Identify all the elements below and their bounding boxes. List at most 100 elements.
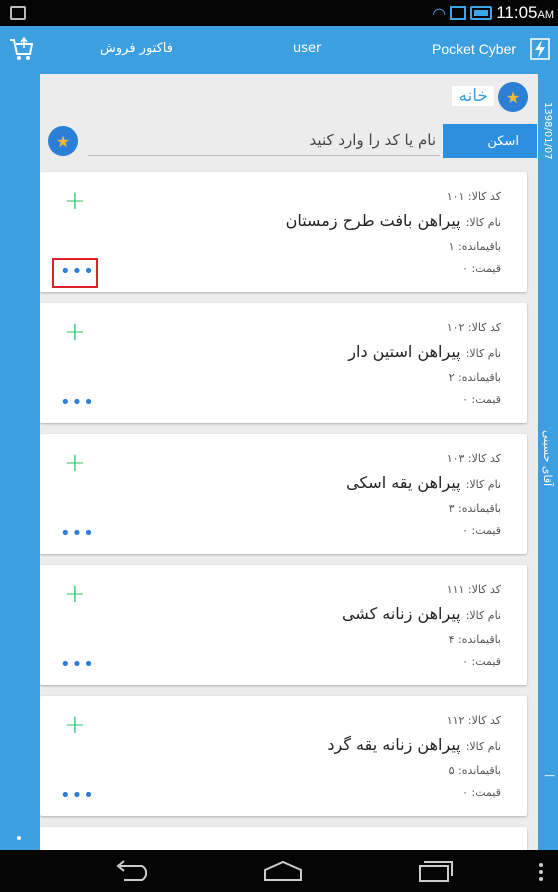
- rail-date: 1398/01/07: [542, 102, 553, 160]
- name-value: پیراهن بافت طرح زمستان: [285, 211, 461, 230]
- name-label: نام کالا:: [465, 216, 501, 229]
- price-label: قیمت:: [471, 393, 501, 406]
- screen-icon: [450, 6, 467, 20]
- rail-marker: |: [544, 774, 555, 778]
- more-options-icon[interactable]: •••: [60, 787, 94, 805]
- search-input[interactable]: [88, 124, 440, 156]
- product-fields: کد کالا: ۱۰۳ نام کالا: پیراهن یقه اسکی ب…: [346, 448, 501, 542]
- name-label: نام کالا:: [465, 347, 501, 360]
- home-icon[interactable]: [262, 860, 304, 882]
- price-label: قیمت:: [471, 655, 501, 668]
- remaining-value: ۴: [448, 633, 455, 646]
- name-value: پیراهن زنانه یقه گرد: [327, 735, 461, 754]
- recent-apps-icon[interactable]: [418, 860, 454, 882]
- main-panel: خانه ★ ★ اسکن + ••• کد کالا: ۱۰۱ نام کال…: [40, 74, 538, 850]
- home-star-icon[interactable]: ★: [498, 82, 528, 112]
- gallery-notification-icon: [10, 6, 26, 20]
- rail-dot: [17, 836, 21, 840]
- name-label: نام کالا:: [465, 740, 501, 753]
- product-fields: کد کالا: ۱۰۲ نام کالا: پیراهن استین دار …: [348, 317, 501, 411]
- code-label: کد کالا:: [467, 321, 501, 334]
- add-icon[interactable]: +: [64, 188, 86, 214]
- remaining-label: باقیمانده:: [457, 633, 501, 646]
- price-value: ۰: [462, 655, 469, 668]
- product-remaining: باقیمانده: ۲: [348, 367, 501, 389]
- left-rail: [0, 74, 40, 850]
- user-label[interactable]: user: [293, 41, 321, 56]
- code-value: ۱۰۱: [446, 190, 465, 203]
- home-title[interactable]: خانه: [452, 86, 494, 106]
- status-icons: ◠ 11:05AM: [432, 3, 554, 23]
- search-row: ★ اسکن: [40, 122, 538, 162]
- more-options-icon[interactable]: •••: [60, 656, 94, 674]
- price-label: قیمت:: [471, 524, 501, 537]
- add-icon[interactable]: +: [64, 712, 86, 738]
- price-label: قیمت:: [471, 786, 501, 799]
- product-name: نام کالا: پیراهن بافت طرح زمستان: [286, 208, 501, 236]
- product-price: قیمت: ۰: [346, 520, 501, 542]
- product-name: نام کالا: پیراهن زنانه کشی: [342, 601, 501, 629]
- remaining-value: ۵: [448, 764, 455, 777]
- product-price: قیمت: ۰: [348, 389, 501, 411]
- shopping-cart-icon[interactable]: [8, 36, 34, 62]
- product-card[interactable]: + ••• کد کالا: ۱۰۳ نام کالا: پیراهن یقه …: [40, 434, 527, 554]
- product-code: کد کالا: ۱۱۱: [342, 579, 501, 601]
- product-fields: کد کالا: ۱۱۲ نام کالا: پیراهن زنانه یقه …: [327, 710, 501, 804]
- battery-icon: [470, 6, 493, 20]
- code-value: ۱۱۱: [446, 583, 465, 596]
- product-price: قیمت: ۰: [327, 782, 501, 804]
- remaining-label: باقیمانده:: [457, 764, 501, 777]
- clock-time: 11:05: [496, 3, 538, 22]
- product-code: کد کالا: ۱۱۲: [327, 710, 501, 732]
- add-icon[interactable]: +: [64, 581, 86, 607]
- status-bar: ◠ 11:05AM: [0, 0, 558, 26]
- lightning-logo-icon: [530, 38, 550, 60]
- product-code: کد کالا: ۱۰۱: [286, 186, 501, 208]
- price-value: ۰: [462, 262, 469, 275]
- back-icon[interactable]: [114, 858, 152, 882]
- product-card[interactable]: + ••• کد کالا: ۱۰۱ نام کالا: پیراهن بافت…: [40, 172, 527, 292]
- remaining-label: باقیمانده:: [457, 371, 501, 384]
- product-name: نام کالا: پیراهن زنانه یقه گرد: [327, 732, 501, 760]
- product-remaining: باقیمانده: ۴: [342, 629, 501, 651]
- scan-button[interactable]: اسکن: [443, 124, 537, 158]
- remaining-value: ۳: [448, 502, 455, 515]
- code-label: کد کالا:: [467, 452, 501, 465]
- more-options-icon[interactable]: •••: [52, 258, 98, 288]
- code-value: ۱۰۲: [446, 321, 465, 334]
- product-remaining: باقیمانده: ۵: [327, 760, 501, 782]
- product-card[interactable]: + ••• کد کالا: ۱۱۲ نام کالا: پیراهن زنان…: [40, 696, 527, 816]
- price-value: ۰: [462, 393, 469, 406]
- remaining-value: ۲: [448, 371, 455, 384]
- remaining-label: باقیمانده:: [457, 502, 501, 515]
- favorites-star-icon[interactable]: ★: [48, 126, 78, 156]
- more-options-icon[interactable]: •••: [60, 394, 94, 412]
- remaining-label: باقیمانده:: [457, 240, 501, 253]
- wifi-icon: ◠: [432, 3, 447, 23]
- add-icon[interactable]: +: [64, 319, 86, 345]
- product-card-partial[interactable]: [40, 827, 527, 850]
- remaining-value: ۱: [448, 240, 455, 253]
- code-label: کد کالا:: [467, 714, 501, 727]
- add-icon[interactable]: +: [64, 450, 86, 476]
- product-price: قیمت: ۰: [286, 258, 501, 280]
- code-value: ۱۱۲: [446, 714, 465, 727]
- product-code: کد کالا: ۱۰۲: [348, 317, 501, 339]
- price-value: ۰: [462, 524, 469, 537]
- overflow-menu-icon[interactable]: [538, 862, 544, 882]
- product-code: کد کالا: ۱۰۳: [346, 448, 501, 470]
- system-nav-bar: [0, 850, 558, 892]
- product-price: قیمت: ۰: [342, 651, 501, 673]
- price-value: ۰: [462, 786, 469, 799]
- name-label: نام کالا:: [465, 609, 501, 622]
- sales-invoice-link[interactable]: فاکتور فروش: [100, 41, 173, 56]
- code-label: کد کالا:: [467, 190, 501, 203]
- right-rail: 1398/01/07 آقای حسینی |: [538, 74, 558, 850]
- product-card[interactable]: + ••• کد کالا: ۱۰۲ نام کالا: پیراهن استی…: [40, 303, 527, 423]
- more-options-icon[interactable]: •••: [60, 525, 94, 543]
- product-card[interactable]: + ••• کد کالا: ۱۱۱ نام کالا: پیراهن زنان…: [40, 565, 527, 685]
- home-row: خانه ★: [40, 82, 538, 118]
- app-name: Pocket Cyber: [432, 41, 517, 57]
- price-label: قیمت:: [471, 262, 501, 275]
- product-name: نام کالا: پیراهن یقه اسکی: [346, 470, 501, 498]
